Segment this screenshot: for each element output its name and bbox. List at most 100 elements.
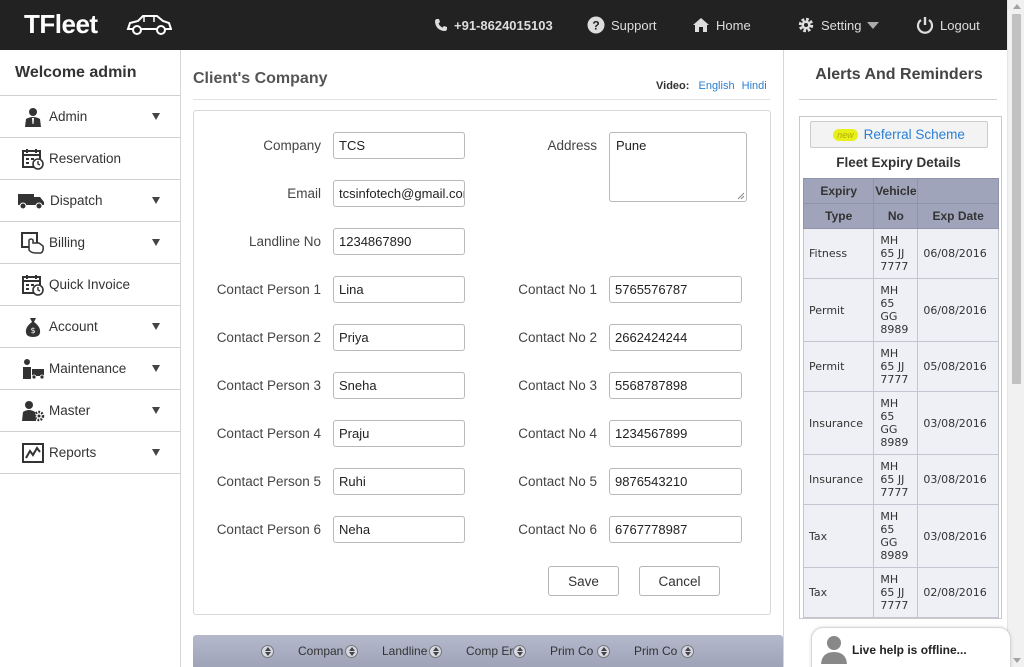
contact-person-1-label: Contact Person 1 <box>216 282 321 297</box>
sort-icon[interactable] <box>429 645 442 658</box>
contact-no-4-label: Contact No 4 <box>518 426 597 441</box>
sidebar-item-billing[interactable]: Billing <box>0 222 180 264</box>
landline-input[interactable]: 1234867890 <box>333 228 465 255</box>
expiry-type-cell: Tax <box>802 567 875 618</box>
contact-no-3-input[interactable]: 5568787898 <box>609 372 742 399</box>
video-links: Video: English Hindi <box>656 80 767 92</box>
scroll-thumb[interactable] <box>1012 14 1021 384</box>
grid-column-header[interactable]: Compan <box>298 644 343 658</box>
table-header: No <box>873 203 919 229</box>
expiry-type-cell: Permit <box>802 341 875 392</box>
sidebar-item-account[interactable]: $ Account <box>0 306 180 348</box>
svg-text:?: ? <box>592 19 599 33</box>
calendar-icon <box>21 148 45 170</box>
contact-person-5-input[interactable]: Ruhi <box>333 468 465 495</box>
grid-column-header[interactable]: Prim Co <box>550 644 593 658</box>
nav-logout-label: Logout <box>940 17 980 33</box>
cancel-button[interactable]: Cancel <box>639 566 720 596</box>
sidebar-item-reservation[interactable]: Reservation <box>0 138 180 180</box>
chart-icon <box>21 442 45 464</box>
nav-support[interactable]: ? Support <box>587 0 657 50</box>
sidebar-item-label: Reservation <box>49 151 122 166</box>
nav-setting[interactable]: Setting <box>797 0 880 50</box>
mechanic-icon <box>21 358 45 380</box>
contact-no-4-input[interactable]: 1234567899 <box>609 420 742 447</box>
company-input[interactable]: TCS <box>333 132 465 159</box>
caret-down-icon <box>152 239 160 246</box>
sidebar-item-master[interactable]: Master <box>0 390 180 432</box>
company-label: Company <box>263 138 321 153</box>
contact-no-1-input[interactable]: 5765576787 <box>609 276 742 303</box>
sort-icon[interactable] <box>681 645 694 658</box>
grid-column-header[interactable]: Landline <box>382 644 427 658</box>
svg-text:$: $ <box>30 326 35 335</box>
page-scrollbar[interactable] <box>1007 0 1024 667</box>
vehicle-no-cell: MH 65 JJ 7777 <box>873 454 919 505</box>
car-icon <box>126 15 172 35</box>
sort-icon[interactable] <box>597 645 610 658</box>
email-input[interactable]: tcsinfotech@gmail.com <box>333 180 465 207</box>
contact-person-2-input[interactable]: Priya <box>333 324 465 351</box>
expiry-type-cell: Insurance <box>802 391 875 455</box>
nav-logout[interactable]: Logout <box>916 0 980 50</box>
grid-column-header[interactable]: Comp Er <box>466 644 513 658</box>
vehicle-no-cell: MH 65 GG 8989 <box>873 391 919 455</box>
money-bag-icon: $ <box>21 316 45 338</box>
caret-down-icon <box>152 323 160 330</box>
sidebar-item-reports[interactable]: Reports <box>0 432 180 474</box>
scroll-down-arrow-icon[interactable] <box>1013 658 1021 663</box>
scroll-up-arrow-icon[interactable] <box>1013 4 1021 9</box>
address-value: Pune <box>616 138 647 153</box>
video-english-link[interactable]: English <box>698 80 734 92</box>
table-row: Insurance MH 65 JJ 7777 03/08/2016 <box>802 454 999 505</box>
question-icon: ? <box>587 16 605 34</box>
sort-icon[interactable] <box>513 645 526 658</box>
contact-no-5-label: Contact No 5 <box>518 474 597 489</box>
contact-person-1-input[interactable]: Lina <box>333 276 465 303</box>
exp-date-cell: 05/08/2016 <box>917 341 999 392</box>
phone-icon <box>434 18 448 32</box>
exp-date-cell: 02/08/2016 <box>917 567 999 618</box>
page-title: Client's Company <box>193 70 328 87</box>
grid-column-header[interactable]: Prim Co <box>634 644 677 658</box>
contact-no-1-label: Contact No 1 <box>518 282 597 297</box>
resize-handle-icon[interactable] <box>737 192 745 200</box>
sidebar-item-maintenance[interactable]: Maintenance <box>0 348 180 390</box>
contact-no-2-input[interactable]: 2662424244 <box>609 324 742 351</box>
nav-home[interactable]: Home <box>692 0 751 50</box>
sidebar-item-dispatch[interactable]: Dispatch <box>0 180 180 222</box>
table-header: Vehicle <box>873 178 919 204</box>
sort-icon[interactable] <box>261 645 274 658</box>
vehicle-no-cell: MH 65 JJ 7777 <box>873 228 919 279</box>
expiry-type-cell: Fitness <box>802 228 875 279</box>
table-header: Exp Date <box>917 203 999 229</box>
sidebar-item-label: Master <box>49 403 91 418</box>
clients-grid-header: Compan Landline Comp Er Prim Co Prim Co <box>193 635 783 667</box>
billing-hand-icon <box>21 231 45 254</box>
contact-person-6-input[interactable]: Neha <box>333 516 465 543</box>
referral-scheme-button[interactable]: new Referral Scheme <box>810 121 988 148</box>
nav-support-label: Support <box>611 17 657 33</box>
contact-person-3-input[interactable]: Sneha <box>333 372 465 399</box>
sidebar-item-label: Dispatch <box>50 193 103 208</box>
contact-no-6-input[interactable]: 6767778987 <box>609 516 742 543</box>
title-divider <box>193 99 770 100</box>
contact-person-4-input[interactable]: Praju <box>333 420 465 447</box>
contact-person-4-label: Contact Person 4 <box>216 426 321 441</box>
exp-date-cell: 06/08/2016 <box>917 278 999 342</box>
contact-no-5-input[interactable]: 9876543210 <box>609 468 742 495</box>
sidebar-item-quick-invoice[interactable]: Quick Invoice <box>0 264 180 306</box>
video-hindi-link[interactable]: Hindi <box>742 80 767 92</box>
sort-icon[interactable] <box>345 645 358 658</box>
brand-logo[interactable]: TFleet <box>24 9 98 40</box>
user-gear-icon <box>21 400 45 422</box>
contact-person-5-label: Contact Person 5 <box>216 474 321 489</box>
contact-no-2-label: Contact No 2 <box>518 330 597 345</box>
sidebar-item-admin[interactable]: Admin <box>0 96 180 138</box>
live-help-widget[interactable]: Live help is offline... <box>811 627 1011 667</box>
address-textarea[interactable]: Pune <box>609 132 747 202</box>
calendar-icon <box>21 274 45 296</box>
save-button[interactable]: Save <box>548 566 619 596</box>
table-row: Permit MH 65 GG 8989 06/08/2016 <box>802 278 999 342</box>
phone-text: +91-8624015103 <box>454 17 553 33</box>
